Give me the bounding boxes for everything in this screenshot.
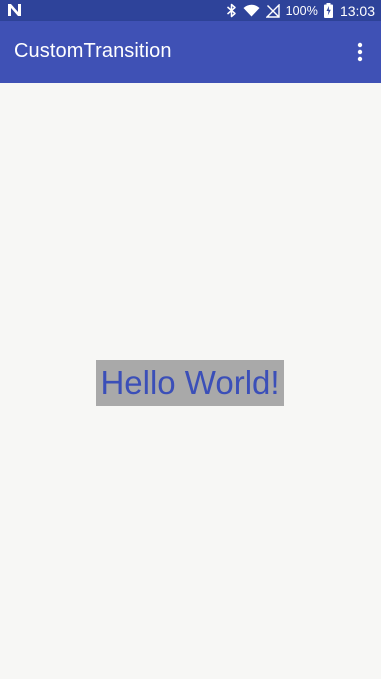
battery-percent: 100% [285, 3, 318, 18]
n-notification-icon [7, 3, 22, 17]
battery-charging-icon [323, 3, 333, 18]
status-icons: 100% 13:03 [226, 0, 375, 21]
app-bar: CustomTransition [0, 21, 381, 83]
more-vert-icon [357, 42, 363, 62]
wifi-icon [243, 4, 260, 17]
no-sim-icon [265, 3, 280, 18]
overflow-menu-button[interactable] [349, 38, 371, 66]
clock: 13:03 [339, 2, 375, 19]
content-area: Hello World! [0, 83, 381, 679]
hello-world-text[interactable]: Hello World! [96, 360, 284, 406]
app-title: CustomTransition [14, 40, 172, 62]
status-bar: 100% 13:03 [0, 0, 381, 21]
bluetooth-icon [226, 3, 237, 18]
